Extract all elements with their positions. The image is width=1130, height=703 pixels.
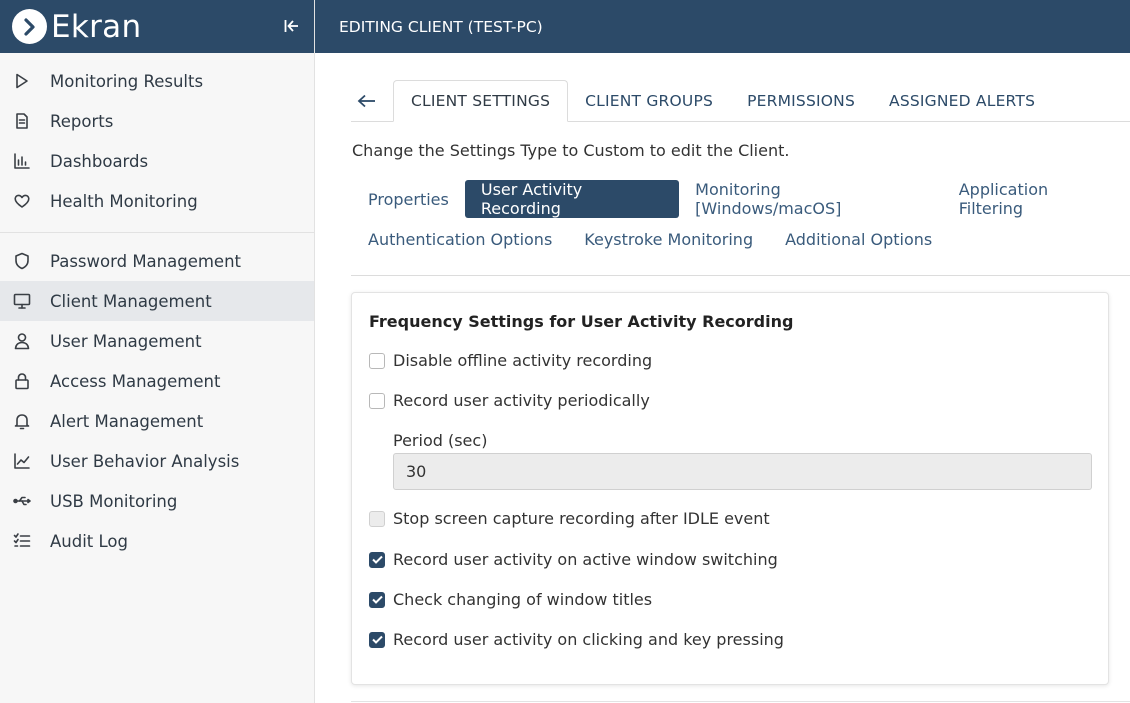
document-icon xyxy=(13,112,31,130)
divider xyxy=(351,275,1130,276)
sidebar-item-label: Alert Management xyxy=(50,411,204,431)
usb-icon xyxy=(13,492,31,510)
period-label: Period (sec) xyxy=(393,431,488,450)
checkmark-icon[interactable] xyxy=(369,591,385,608)
record-click-key-checkbox[interactable]: Record user activity on clicking and key… xyxy=(369,630,784,649)
checklist-icon xyxy=(13,532,31,550)
checkbox-disabled-icon[interactable] xyxy=(369,510,385,527)
sidebar-item-password-management[interactable]: Password Management xyxy=(0,241,314,281)
record-periodically-checkbox[interactable]: Record user activity periodically xyxy=(369,391,650,410)
tab-client-groups[interactable]: CLIENT GROUPS xyxy=(568,80,730,121)
checkbox-label: Record user activity on clicking and key… xyxy=(393,630,784,649)
heart-icon xyxy=(13,192,31,210)
checkbox-label: Disable offline activity recording xyxy=(393,351,653,370)
checkbox-label: Record user activity periodically xyxy=(393,391,650,410)
subtab-keystroke-monitoring[interactable]: Keystroke Monitoring xyxy=(568,220,769,258)
sidebar-item-access-management[interactable]: Access Management xyxy=(0,361,314,401)
check-window-titles-checkbox[interactable]: Check changing of window titles xyxy=(369,590,652,609)
sidebar-item-health-monitoring[interactable]: Health Monitoring xyxy=(0,181,314,221)
sidebar: Ekran Monitoring Results Reports Dashboa… xyxy=(0,0,315,703)
sidebar-item-user-management[interactable]: User Management xyxy=(0,321,314,361)
monitor-icon xyxy=(13,292,31,310)
sidebar-item-alert-management[interactable]: Alert Management xyxy=(0,401,314,441)
main-content: CLIENT SETTINGS CLIENT GROUPS PERMISSION… xyxy=(315,53,1130,703)
sidebar-item-label: Dashboards xyxy=(50,151,149,171)
subtab-authentication-options[interactable]: Authentication Options xyxy=(352,220,568,258)
bar-chart-icon xyxy=(13,152,31,170)
sidebar-item-usb-monitoring[interactable]: USB Monitoring xyxy=(0,481,314,521)
sidebar-item-audit-log[interactable]: Audit Log xyxy=(0,521,314,561)
back-arrow-icon[interactable] xyxy=(351,81,393,121)
play-icon xyxy=(13,72,31,90)
user-icon xyxy=(13,332,31,350)
checkbox-label: Check changing of window titles xyxy=(393,590,653,609)
lock-icon xyxy=(13,372,31,390)
checkbox-unchecked-icon[interactable] xyxy=(369,352,385,369)
subtab-user-activity-recording[interactable]: User Activity Recording xyxy=(464,180,680,218)
subtab-additional-options[interactable]: Additional Options xyxy=(769,220,948,258)
sidebar-item-label: Reports xyxy=(50,111,114,131)
sidebar-item-monitoring-results[interactable]: Monitoring Results xyxy=(0,61,314,101)
page-title: EDITING CLIENT (TEST-PC) xyxy=(339,17,543,36)
sidebar-item-label: Password Management xyxy=(50,251,242,271)
sidebar-item-label: User Management xyxy=(50,331,202,351)
subtab-monitoring-windows-macos[interactable]: Monitoring [Windows/macOS] xyxy=(679,180,943,218)
settings-subtabs: Properties User Activity Recording Monit… xyxy=(352,179,1130,259)
sidebar-item-client-management[interactable]: Client Management xyxy=(0,281,314,321)
frequency-settings-card: Frequency Settings for User Activity Rec… xyxy=(351,292,1109,685)
sidebar-item-label: Monitoring Results xyxy=(50,71,204,91)
checkmark-icon[interactable] xyxy=(369,551,385,568)
sidebar-item-label: Access Management xyxy=(50,371,221,391)
tab-permissions[interactable]: PERMISSIONS xyxy=(730,80,872,121)
sidebar-item-label: Client Management xyxy=(50,291,212,311)
sidebar-item-label: USB Monitoring xyxy=(50,491,178,511)
collapse-sidebar-icon[interactable] xyxy=(282,16,302,36)
tab-bar: CLIENT SETTINGS CLIENT GROUPS PERMISSION… xyxy=(351,80,1130,122)
sidebar-item-reports[interactable]: Reports xyxy=(0,101,314,141)
brand-bar: Ekran xyxy=(0,0,314,53)
tab-assigned-alerts[interactable]: ASSIGNED ALERTS xyxy=(872,80,1052,121)
ekran-logo-icon xyxy=(12,9,47,44)
checkmark-icon[interactable] xyxy=(369,631,385,648)
page-header: EDITING CLIENT (TEST-PC) xyxy=(315,0,1130,53)
divider xyxy=(351,701,1130,702)
settings-hint-text: Change the Settings Type to Custom to ed… xyxy=(352,141,790,160)
stop-capture-idle-checkbox[interactable]: Stop screen capture recording after IDLE… xyxy=(369,509,770,528)
sidebar-item-label: User Behavior Analysis xyxy=(50,451,240,471)
record-window-switching-checkbox[interactable]: Record user activity on active window sw… xyxy=(369,550,778,569)
sidebar-item-label: Audit Log xyxy=(50,531,128,551)
checkbox-label: Stop screen capture recording after IDLE… xyxy=(393,509,770,528)
subtab-application-filtering[interactable]: Application Filtering xyxy=(943,180,1130,218)
sidebar-item-dashboards[interactable]: Dashboards xyxy=(0,141,314,181)
checkbox-unchecked-icon[interactable] xyxy=(369,392,385,409)
subtab-properties[interactable]: Properties xyxy=(352,180,465,218)
trend-icon xyxy=(13,452,31,470)
tab-client-settings[interactable]: CLIENT SETTINGS xyxy=(393,80,569,122)
checkbox-label: Record user activity on active window sw… xyxy=(393,550,778,569)
sidebar-item-user-behavior-analysis[interactable]: User Behavior Analysis xyxy=(0,441,314,481)
card-title: Frequency Settings for User Activity Rec… xyxy=(369,312,794,331)
period-input[interactable]: 30 xyxy=(393,453,1092,490)
brand-name: Ekran xyxy=(51,8,142,45)
shield-icon xyxy=(13,252,31,270)
bell-icon xyxy=(13,412,31,430)
sidebar-item-label: Health Monitoring xyxy=(50,191,198,211)
disable-offline-recording-checkbox[interactable]: Disable offline activity recording xyxy=(369,351,652,370)
